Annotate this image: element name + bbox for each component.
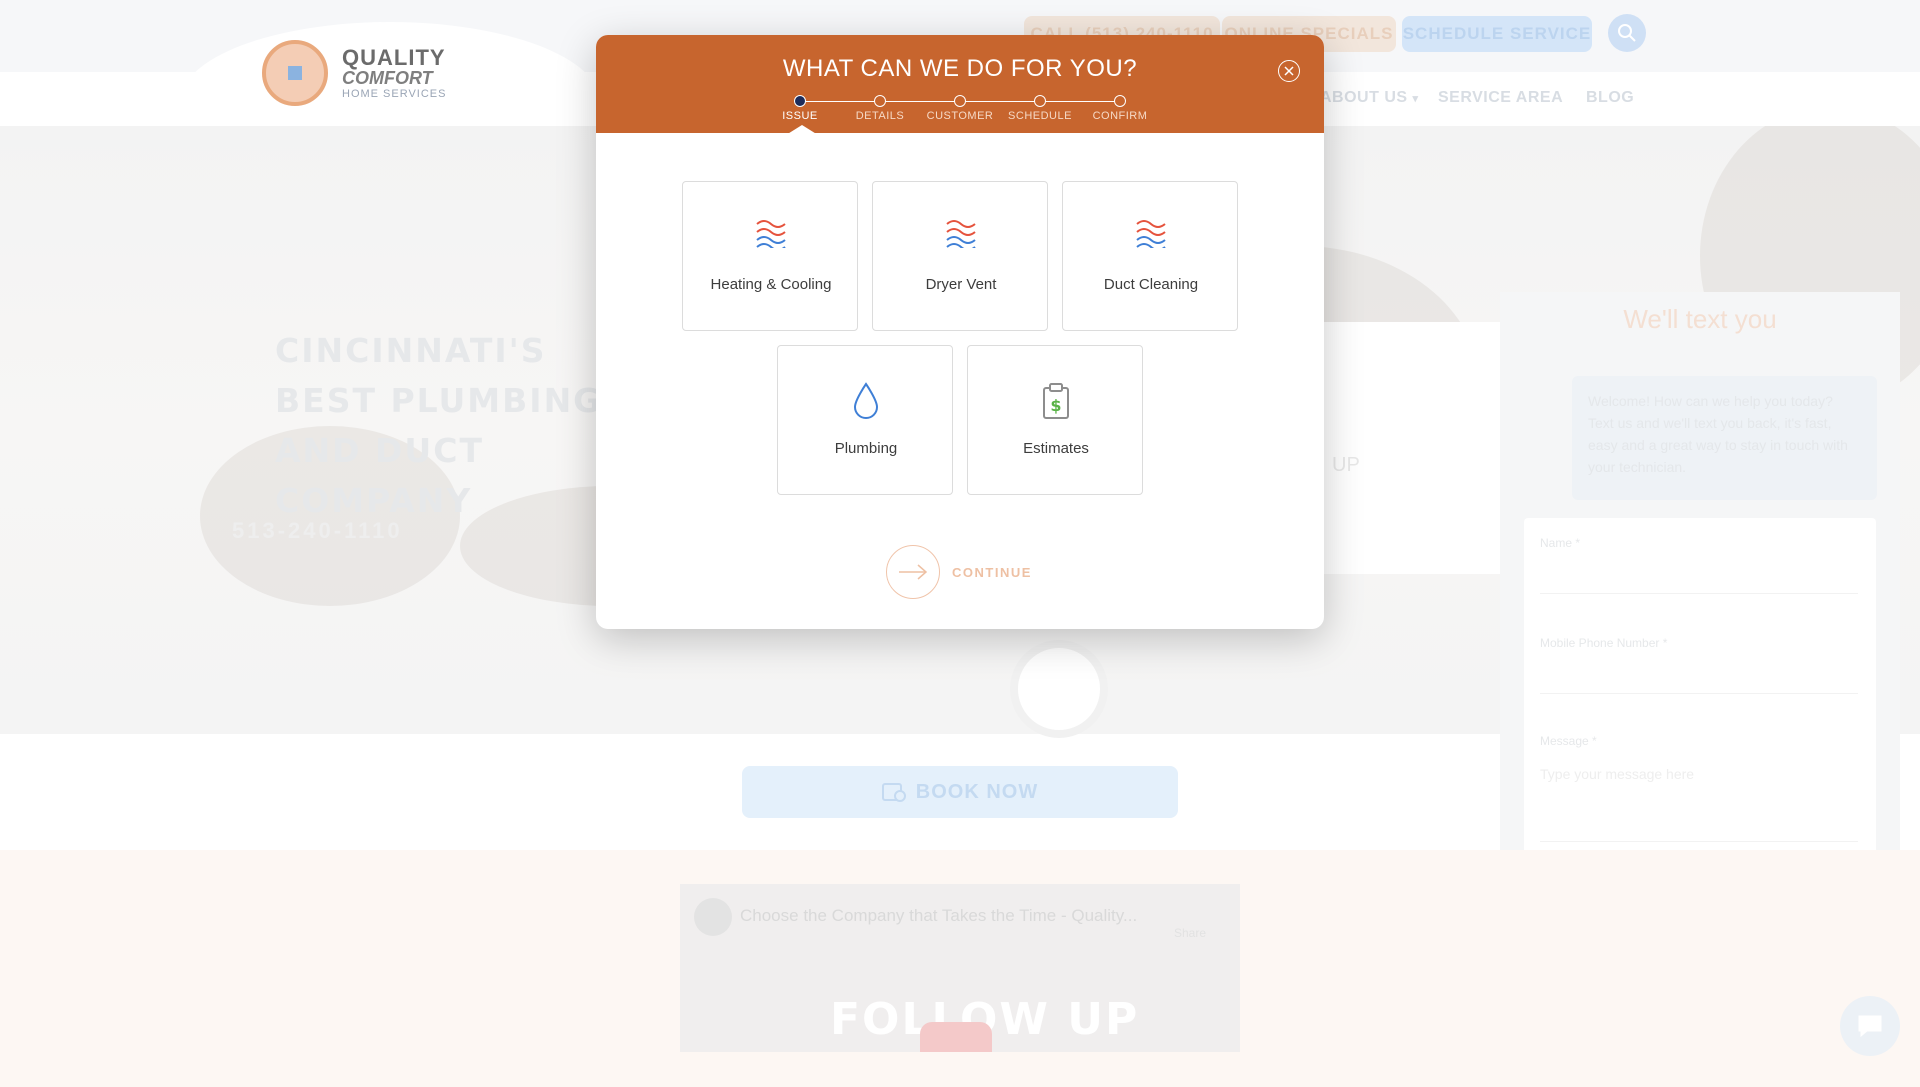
site-logo[interactable]: QUALITY COMFORT HOME SERVICES [262, 40, 447, 106]
option-dryer-vent[interactable]: Dryer Vent [872, 181, 1048, 331]
nav-service-area[interactable]: SERVICE AREA [1438, 89, 1563, 107]
chevron-down-icon: ▾ [1412, 93, 1419, 105]
step-details: DETAILS [840, 95, 920, 122]
arrow-right-icon [899, 564, 928, 580]
channel-avatar [694, 898, 732, 936]
duct-cleaning-icon [1136, 220, 1166, 248]
step-customer: CUSTOMER [920, 95, 1000, 122]
book-now-button[interactable]: BOOK NOW [742, 766, 1178, 818]
chat-icon [1858, 1015, 1882, 1038]
option-estimates[interactable]: $ Estimates [967, 345, 1143, 495]
hero-card [1318, 322, 1508, 574]
van-wheel [1010, 640, 1108, 738]
chat-button[interactable] [1840, 996, 1900, 1056]
heating-cooling-icon [756, 220, 786, 248]
option-label: Plumbing [834, 440, 898, 457]
service-request-modal: WHAT CAN WE DO FOR YOU? ISSUE DETAILS CU… [596, 35, 1324, 629]
water-drop-icon [853, 382, 879, 419]
hero-phone: 513-240-1110 [232, 518, 403, 543]
option-heating-cooling[interactable]: Heating & Cooling [682, 181, 858, 331]
message-label: Message * [1540, 734, 1597, 748]
calendar-icon [881, 783, 906, 802]
active-step-notch [786, 125, 818, 135]
option-duct-cleaning[interactable]: Duct Cleaning [1062, 181, 1238, 331]
video-title: Choose the Company that Takes the Time -… [740, 906, 1138, 925]
logo-house-icon [262, 40, 328, 106]
option-label: Heating & Cooling [710, 276, 832, 293]
option-label: Duct Cleaning [1103, 276, 1199, 293]
search-button[interactable] [1608, 14, 1646, 52]
phone-field[interactable] [1540, 654, 1858, 694]
continue-button[interactable]: CONTINUE [886, 545, 1032, 599]
logo-line-1: QUALITY [342, 44, 446, 70]
modal-title: WHAT CAN WE DO FOR YOU? [782, 55, 1138, 82]
video-share[interactable]: Share [1174, 926, 1206, 940]
phone-label: Mobile Phone Number * [1540, 636, 1668, 650]
nav-about-us[interactable]: ABOUT US ▾ [1320, 89, 1419, 107]
hero-card-text: UP [1332, 454, 1360, 476]
svg-text:$: $ [1050, 396, 1061, 415]
option-label: Dryer Vent [925, 276, 997, 293]
step-issue: ISSUE [760, 95, 840, 122]
logo-line-2: COMFORT [342, 67, 433, 88]
text-widget-title: We'll text you [1623, 304, 1777, 334]
option-plumbing[interactable]: Plumbing [777, 345, 953, 495]
step-schedule: SCHEDULE [1000, 95, 1080, 122]
option-label: Estimates [1023, 440, 1089, 457]
nav-blog[interactable]: BLOG [1586, 89, 1634, 107]
play-button[interactable] [920, 1022, 992, 1052]
close-icon [1284, 66, 1294, 76]
message-field[interactable]: Type your message here [1540, 752, 1858, 842]
search-icon [1618, 24, 1636, 42]
schedule-service-button[interactable]: SCHEDULE SERVICE [1402, 16, 1592, 52]
step-confirm: CONFIRM [1080, 95, 1160, 122]
continue-label: CONTINUE [952, 564, 1032, 580]
clipboard-dollar-icon: $ [1043, 383, 1069, 419]
name-label: Name * [1540, 536, 1581, 550]
modal-header: WHAT CAN WE DO FOR YOU? ISSUE DETAILS CU… [596, 35, 1324, 133]
youtube-video[interactable]: Choose the Company that Takes the Time -… [680, 884, 1240, 1052]
close-button[interactable] [1278, 60, 1300, 82]
name-field[interactable] [1540, 554, 1858, 594]
text-widget-bubble: Welcome! How can we help you today? Text… [1572, 376, 1877, 500]
logo-line-3: HOME SERVICES [342, 87, 447, 100]
dryer-vent-icon [946, 220, 976, 248]
hero-title: CINCINNATI'S BEST PLUMBING AND DUCT COMP… [275, 331, 603, 520]
